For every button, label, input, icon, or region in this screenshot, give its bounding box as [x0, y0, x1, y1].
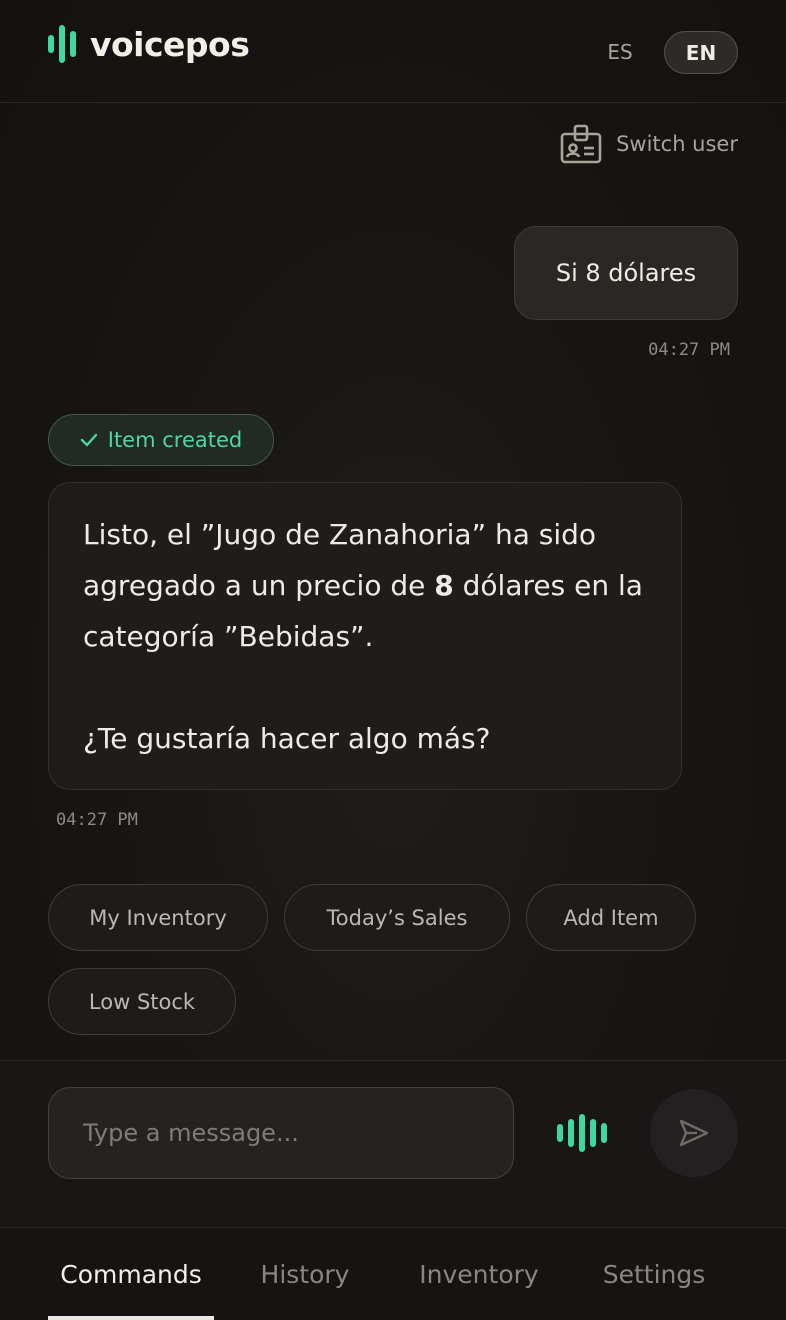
logo-bars-icon	[48, 24, 76, 64]
assistant-text-price: 8	[434, 569, 454, 602]
assistant-message-time: 04:27 PM	[56, 810, 138, 830]
voice-input-button[interactable]	[548, 1111, 616, 1155]
send-icon	[679, 1119, 709, 1147]
switch-user-label: Switch user	[616, 132, 738, 156]
message-input[interactable]	[48, 1087, 514, 1179]
tab-settings[interactable]: Settings	[590, 1228, 718, 1320]
quick-action-my-inventory[interactable]: My Inventory	[48, 884, 268, 951]
quick-action-add-item[interactable]: Add Item	[526, 884, 696, 951]
tab-commands[interactable]: Commands	[48, 1228, 214, 1320]
assistant-message-line-1: Listo, el ”Jugo de Zanahoria” ha sido ag…	[83, 509, 647, 662]
header: voicepos ES EN	[0, 0, 786, 103]
logo: voicepos	[48, 24, 250, 64]
brand-name: voicepos	[90, 24, 250, 64]
assistant-message-line-2: ¿Te gustaría hacer algo más?	[83, 722, 491, 755]
assistant-message-bubble: Listo, el ”Jugo de Zanahoria” ha sido ag…	[48, 482, 682, 790]
user-message-bubble: Si 8 dólares	[514, 226, 738, 320]
app-root: voicepos ES EN Switch user Si 8 dólares …	[0, 0, 786, 1320]
tab-history[interactable]: History	[246, 1228, 364, 1320]
id-card-icon	[560, 124, 602, 164]
composer	[0, 1060, 786, 1228]
bottom-nav: Commands History Inventory Settings	[0, 1228, 786, 1320]
voice-wave-icon	[557, 1124, 563, 1142]
language-es-button[interactable]: ES	[596, 31, 644, 73]
user-message-time: 04:27 PM	[648, 340, 730, 360]
check-icon	[80, 433, 97, 447]
switch-user-button[interactable]: Switch user	[560, 122, 738, 166]
active-tab-indicator	[48, 1316, 214, 1320]
language-en-button[interactable]: EN	[664, 31, 738, 74]
badge-label: Item created	[107, 428, 243, 452]
send-button[interactable]	[650, 1089, 738, 1177]
tab-inventory[interactable]: Inventory	[404, 1228, 554, 1320]
item-created-badge: Item created	[48, 414, 274, 466]
user-message-text: Si 8 dólares	[555, 259, 697, 287]
quick-action-todays-sales[interactable]: Today’s Sales	[284, 884, 510, 951]
quick-action-low-stock[interactable]: Low Stock	[48, 968, 236, 1035]
